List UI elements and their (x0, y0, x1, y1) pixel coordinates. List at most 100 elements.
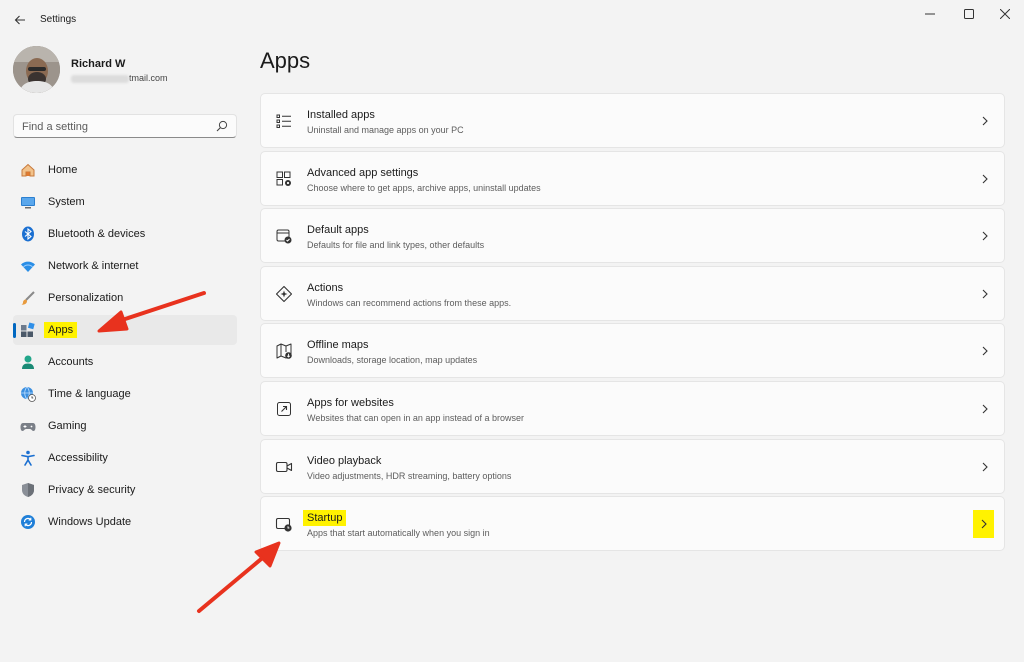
maximize-button[interactable] (954, 4, 984, 24)
sidebar-item-label: Windows Update (48, 516, 132, 528)
card-subtitle: Defaults for file and link types, other … (307, 240, 485, 251)
globe-clock-icon (21, 386, 36, 402)
card-title: Actions (307, 281, 344, 294)
card-title: Video playback (307, 454, 382, 467)
card-subtitle: Apps that start automatically when you s… (307, 528, 490, 539)
card-startup[interactable]: Startup Apps that start automatically wh… (260, 496, 1005, 552)
chevron-right-icon[interactable] (973, 510, 994, 539)
list-icon (276, 114, 291, 128)
card-default-apps[interactable]: Default apps Defaults for file and link … (260, 208, 1005, 264)
card-installed-apps[interactable]: Installed apps Uninstall and manage apps… (260, 93, 1005, 148)
sidebar-item-label: Privacy & security (48, 484, 136, 496)
card-video-playback[interactable]: Video playback Video adjustments, HDR st… (260, 438, 1005, 494)
selection-indicator (13, 323, 16, 338)
sidebar-item-label: Apps (44, 322, 78, 338)
highlight-marker: Apps (44, 322, 78, 338)
profile-name: Richard W (71, 58, 126, 70)
actions-icon (275, 285, 293, 302)
card-subtitle: Windows can recommend actions from these… (307, 297, 512, 308)
startup-icon (275, 518, 292, 532)
search-icon[interactable] (216, 120, 228, 132)
minimize-button[interactable] (915, 4, 945, 24)
sidebar-item-accessibility[interactable]: Accessibility (13, 443, 237, 473)
back-button[interactable] (10, 10, 30, 30)
sidebar-item-gaming[interactable]: Gaming (13, 411, 237, 441)
avatar[interactable] (13, 46, 60, 93)
card-subtitle: Downloads, storage location, map updates (307, 355, 478, 366)
sidebar-nav: Home System Bluetooth & devices Network … (13, 155, 237, 539)
card-title: Installed apps (307, 109, 375, 121)
sidebar-item-label: Gaming (48, 420, 87, 432)
shield-icon (22, 483, 34, 497)
person-icon (22, 355, 34, 369)
sidebar-item-label: System (48, 196, 85, 208)
sidebar-item-accounts[interactable]: Accounts (13, 347, 237, 377)
card-advanced-app-settings[interactable]: Advanced app settings Choose where to ge… (260, 150, 1005, 206)
close-icon (1000, 9, 1010, 19)
apps-icon (21, 322, 35, 337)
controller-icon (20, 423, 36, 431)
sidebar-item-home[interactable]: Home (13, 155, 237, 185)
chevron-right-icon[interactable] (978, 114, 992, 128)
system-icon (21, 197, 35, 209)
app-settings-icon (276, 171, 291, 186)
sidebar-item-system[interactable]: System (13, 187, 237, 217)
sidebar-item-network[interactable]: Network & internet (13, 251, 237, 281)
card-title: Advanced app settings (307, 166, 419, 179)
sidebar-item-label: Network & internet (48, 260, 139, 272)
chevron-right-icon[interactable] (978, 344, 992, 358)
wifi-icon (21, 261, 35, 272)
app-title: Settings (40, 14, 77, 25)
sidebar-item-label: Time & language (48, 388, 131, 400)
open-external-icon (277, 401, 291, 416)
sidebar-item-bluetooth[interactable]: Bluetooth & devices (13, 219, 237, 249)
accessibility-icon (21, 450, 35, 466)
search-input[interactable] (22, 119, 212, 134)
email-suffix: tmail.com (129, 73, 168, 83)
sidebar-item-privacy-security[interactable]: Privacy & security (13, 475, 237, 505)
sidebar-item-personalization[interactable]: Personalization (13, 283, 237, 313)
card-offline-maps[interactable]: Offline maps Downloads, storage location… (260, 323, 1005, 379)
sidebar-item-label: Accounts (48, 356, 94, 368)
sidebar-item-label: Home (48, 164, 78, 176)
settings-card-list: Installed apps Uninstall and manage apps… (260, 93, 1005, 554)
card-actions[interactable]: Actions Windows can recommend actions fr… (260, 265, 1005, 321)
card-title: Apps for websites (307, 396, 394, 409)
sidebar-item-time-language[interactable]: Time & language (13, 379, 237, 409)
card-apps-for-websites[interactable]: Apps for websites Websites that can open… (260, 380, 1005, 436)
brush-icon (21, 291, 35, 305)
sidebar-item-label: Accessibility (48, 452, 108, 464)
video-icon (275, 461, 293, 472)
bluetooth-icon (22, 226, 34, 242)
chevron-right-icon[interactable] (978, 287, 992, 301)
title-bar: Settings (0, 0, 1024, 40)
chevron-right-icon[interactable] (978, 402, 992, 416)
update-icon (21, 515, 35, 529)
default-apps-icon (276, 229, 292, 244)
sidebar-item-label: Bluetooth & devices (48, 228, 146, 240)
card-subtitle: Uninstall and manage apps on your PC (307, 125, 464, 135)
card-title: Offline maps (307, 339, 369, 352)
map-icon (276, 343, 292, 360)
back-arrow-icon (14, 15, 25, 25)
card-subtitle: Video adjustments, HDR streaming, batter… (307, 470, 512, 481)
card-title: Default apps (307, 224, 369, 237)
card-subtitle: Websites that can open in an app instead… (307, 412, 524, 423)
sidebar-item-windows-update[interactable]: Windows Update (13, 507, 237, 537)
close-button[interactable] (990, 4, 1020, 24)
highlight-marker: Startup (303, 510, 347, 527)
home-icon (21, 163, 35, 177)
profile-photo (13, 46, 60, 93)
sidebar-item-label: Personalization (48, 292, 124, 304)
chevron-right-icon[interactable] (978, 172, 992, 186)
card-subtitle: Choose where to get apps, archive apps, … (307, 182, 541, 193)
card-title: Startup (303, 510, 347, 527)
maximize-icon (964, 9, 974, 19)
email-redaction (71, 74, 129, 83)
chevron-right-icon[interactable] (978, 229, 992, 243)
chevron-right-icon[interactable] (978, 460, 992, 474)
sidebar-item-apps[interactable]: Apps (13, 315, 237, 345)
profile-email: tmail.com (71, 73, 168, 83)
minimize-icon (925, 13, 935, 15)
search-box[interactable] (13, 114, 237, 138)
